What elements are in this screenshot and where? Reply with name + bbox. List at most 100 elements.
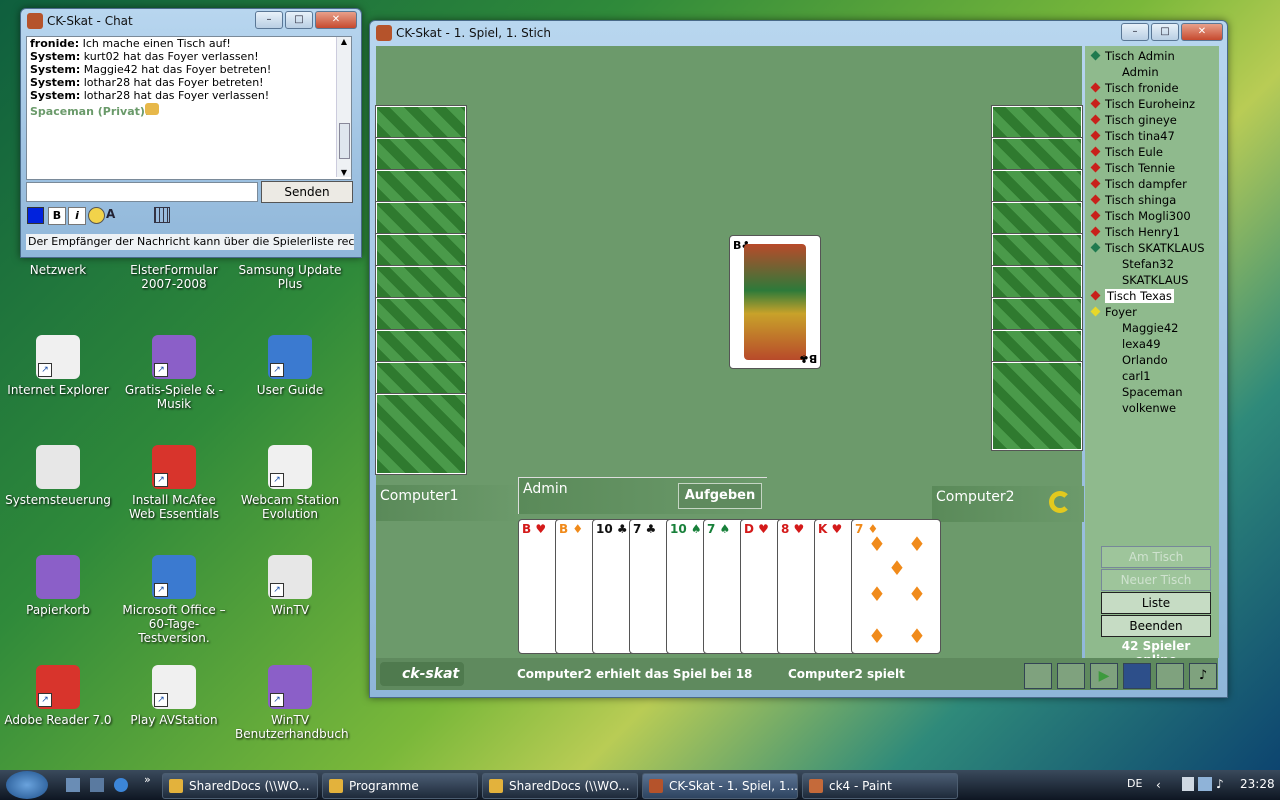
player-list-item[interactable]: Orlando: [1088, 352, 1218, 368]
text-color-button[interactable]: [27, 207, 44, 224]
desktop-icon[interactable]: Papierkorb: [3, 555, 113, 617]
taskbar-item[interactable]: Programme: [322, 773, 478, 799]
table-status-icon: [1090, 162, 1101, 173]
player-list-item[interactable]: lexa49: [1088, 336, 1218, 352]
speaker-icon[interactable]: ♪: [1189, 663, 1217, 689]
maximize-button[interactable]: □: [285, 11, 313, 29]
show-desktop-icon[interactable]: [66, 778, 80, 792]
face-down-card: [375, 137, 467, 171]
scroll-thumb[interactable]: [339, 123, 350, 159]
table-list-item[interactable]: Tisch Admin: [1088, 48, 1218, 64]
minimize-button[interactable]: –: [1121, 23, 1149, 41]
join-table-button[interactable]: Am Tisch mitspielen: [1101, 546, 1211, 584]
chat-titlebar[interactable]: CK-Skat - Chat – □ ✕: [21, 9, 361, 33]
quit-button[interactable]: Beenden: [1101, 615, 1211, 637]
tools-icon[interactable]: [1156, 663, 1184, 689]
monitor-tray-icon[interactable]: [1198, 777, 1212, 791]
clock[interactable]: 23:28: [1240, 777, 1275, 791]
tray-expand-icon[interactable]: ‹: [1156, 778, 1161, 792]
taskbar-item[interactable]: SharedDocs (\\WO...: [482, 773, 638, 799]
network-tray-icon[interactable]: [1182, 777, 1194, 791]
desktop-icon[interactable]: ↗ Install McAfee Web Essentials: [119, 445, 229, 521]
table-list-item[interactable]: Tisch gineye: [1088, 112, 1218, 128]
table-list-item[interactable]: Tisch tina47: [1088, 128, 1218, 144]
send-button[interactable]: Senden: [261, 181, 353, 203]
game-titlebar[interactable]: CK-Skat - 1. Spiel, 1. Stich – □ ✕: [370, 21, 1227, 45]
give-up-button[interactable]: Aufgeben: [678, 483, 762, 509]
close-button[interactable]: ✕: [1181, 23, 1223, 41]
table-grid-icon[interactable]: [154, 207, 170, 223]
taskbar-app-icon: [329, 779, 343, 793]
desktop-icon[interactable]: ↗ Internet Explorer: [3, 335, 113, 397]
taskbar-item[interactable]: CK-Skat - 1. Spiel, 1....: [642, 773, 798, 799]
chat-text: Maggie42 hat das Foyer betreten!: [83, 63, 272, 76]
table-list-item[interactable]: Foyer: [1088, 304, 1218, 320]
shortcut-arrow-icon: ↗: [154, 583, 168, 597]
chat-scrollbar[interactable]: ▲ ▼: [336, 37, 351, 177]
face-down-card: [375, 297, 467, 331]
table-list-item[interactable]: Tisch Henry1: [1088, 224, 1218, 240]
close-button[interactable]: ✕: [315, 11, 357, 29]
undo-icon[interactable]: [1024, 663, 1052, 689]
internet-explorer-quicklaunch-icon[interactable]: [114, 778, 128, 792]
minimize-button[interactable]: –: [255, 11, 283, 29]
desktop-icon-label: Samsung Update Plus: [238, 263, 342, 291]
scroll-up-arrow-icon[interactable]: ▲: [337, 37, 351, 46]
player-list-item[interactable]: carl1: [1088, 368, 1218, 384]
table-list-item[interactable]: Tisch dampfer: [1088, 176, 1218, 192]
desktop-icon[interactable]: ↗ User Guide: [235, 335, 345, 397]
maximize-button[interactable]: □: [1151, 23, 1179, 41]
desktop-icon[interactable]: ↗ Play AVStation: [119, 665, 229, 727]
table-list-item[interactable]: Tisch Tennie: [1088, 160, 1218, 176]
table-list-item[interactable]: Tisch shinga: [1088, 192, 1218, 208]
table-list-item[interactable]: Tisch Eule: [1088, 144, 1218, 160]
table-status-icon: [1090, 194, 1101, 205]
play-icon[interactable]: ▶: [1090, 663, 1118, 689]
chat-message-input[interactable]: [26, 182, 258, 202]
hand-card[interactable]: 7 ♦ ♦ ♦ ♦ ♦ ♦ ♦ ♦: [851, 519, 941, 654]
desktop-icon-label: Adobe Reader 7.0: [4, 713, 112, 727]
player-list-item[interactable]: Admin: [1088, 64, 1218, 80]
desktop-icon-label: Gratis-Spiele & -Musik: [124, 383, 224, 411]
player-list-item[interactable]: Maggie42: [1088, 320, 1218, 336]
pen-icon[interactable]: [1123, 663, 1151, 689]
desktop-icon[interactable]: Systemsteuerung: [3, 445, 113, 507]
table-list-item[interactable]: Tisch Texas: [1088, 288, 1218, 304]
desktop-icon[interactable]: ↗ Adobe Reader 7.0: [3, 665, 113, 727]
desktop-icon-label: Internet Explorer: [7, 383, 109, 397]
player-list-item[interactable]: SKATKLAUS: [1088, 272, 1218, 288]
table-label: Tisch SKATKLAUS: [1105, 241, 1205, 255]
volume-tray-icon[interactable]: ♪: [1216, 777, 1224, 791]
cards-icon[interactable]: [1057, 663, 1085, 689]
desktop-icon[interactable]: ↗ Webcam Station Evolution: [235, 445, 345, 521]
desktop-icon[interactable]: ↗ Microsoft Office – 60-Tage-Testversion.: [119, 555, 229, 645]
desktop-icon-label: Install McAfee Web Essentials: [128, 493, 220, 521]
quicklaunch-overflow-icon[interactable]: »: [144, 773, 151, 786]
desktop-icon-label: Webcam Station Evolution: [240, 493, 340, 521]
taskbar-app-icon: [489, 779, 503, 793]
smiley-icon[interactable]: [88, 207, 105, 224]
language-indicator[interactable]: DE: [1127, 777, 1142, 790]
player-list-item[interactable]: volkenwe: [1088, 400, 1218, 416]
table-list-item[interactable]: Tisch fronide: [1088, 80, 1218, 96]
table-list-item[interactable]: Tisch SKATKLAUS: [1088, 240, 1218, 256]
table-list-item[interactable]: Tisch Euroheinz: [1088, 96, 1218, 112]
card-rank-label: 10 ♠: [670, 522, 702, 536]
taskbar-item[interactable]: ck4 - Paint: [802, 773, 958, 799]
player-list-item[interactable]: Stefan32: [1088, 256, 1218, 272]
desktop-icon[interactable]: ↗ WinTV: [235, 555, 345, 617]
desktop-icon[interactable]: ↗ Gratis-Spiele & -Musik: [119, 335, 229, 411]
start-button[interactable]: [6, 771, 48, 799]
font-size-icon[interactable]: A: [106, 207, 124, 223]
taskbar-item[interactable]: SharedDocs (\\WO...: [162, 773, 318, 799]
player-admin-name: Admin: [523, 481, 568, 497]
player-list-item[interactable]: Spaceman: [1088, 384, 1218, 400]
table-list-item[interactable]: Tisch Mogli300: [1088, 208, 1218, 224]
switch-windows-icon[interactable]: [90, 778, 104, 792]
italic-button[interactable]: i: [68, 207, 86, 225]
refresh-list-button[interactable]: Liste aktualisieren: [1101, 592, 1211, 630]
new-table-button[interactable]: Neuer Tisch: [1101, 569, 1211, 591]
bold-button[interactable]: B: [48, 207, 66, 225]
scroll-down-arrow-icon[interactable]: ▼: [337, 168, 351, 177]
desktop-icon[interactable]: ↗ WinTV Benutzerhandbuch: [235, 665, 349, 741]
